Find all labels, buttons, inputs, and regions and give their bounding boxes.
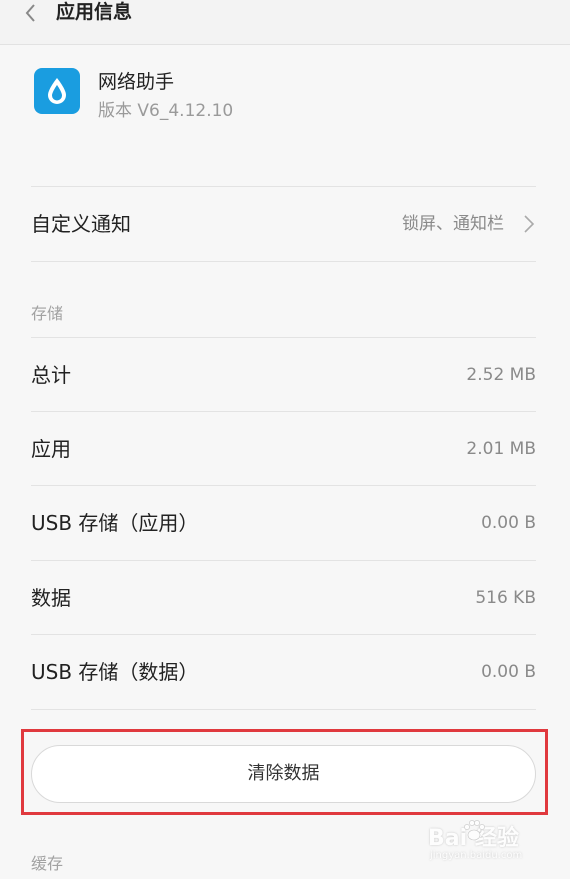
app-version: 版本 V6_4.12.10 (98, 101, 234, 121)
storage-row-data: 数据 516 KB (31, 561, 536, 635)
storage-row-usb-data: USB 存储（数据） 0.00 B (31, 635, 536, 709)
cache-section-title: 缓存 (31, 854, 64, 873)
baidu-watermark: Bai 经验 jingyan.baidu.com (428, 820, 538, 868)
storage-row-usb-app: USB 存储（应用） 0.00 B (31, 486, 536, 560)
page-title: 应用信息 (56, 1, 133, 23)
clear-data-button[interactable]: 清除数据 (31, 745, 536, 803)
row-label: 总计 (31, 363, 71, 387)
row-value: 2.52 MB (466, 365, 536, 385)
storage-row-total: 总计 2.52 MB (31, 338, 536, 412)
row-label: 数据 (31, 586, 71, 610)
row-value: 锁屏、通知栏 (402, 214, 504, 234)
row-label: 应用 (31, 437, 71, 461)
chevron-right-icon (522, 215, 536, 233)
row-value: 0.00 B (481, 662, 536, 682)
row-label: 自定义通知 (31, 212, 131, 236)
back-arrow-icon[interactable] (22, 4, 40, 22)
row-value: 2.01 MB (466, 439, 536, 459)
paw-icon (461, 818, 487, 844)
custom-notification-row[interactable]: 自定义通知 锁屏、通知栏 (31, 187, 536, 261)
watermark-url: jingyan.baidu.com (430, 850, 523, 861)
row-value: 0.00 B (481, 513, 536, 533)
divider (31, 261, 536, 262)
app-name: 网络助手 (98, 71, 175, 93)
app-drop-icon (34, 68, 80, 114)
row-label: USB 存储（应用） (31, 511, 199, 535)
app-header: 网络助手 版本 V6_4.12.10 (0, 45, 570, 186)
storage-section-title: 存储 (31, 304, 64, 323)
storage-row-app: 应用 2.01 MB (31, 412, 536, 486)
top-bar: 应用信息 (0, 0, 570, 45)
divider (31, 709, 536, 710)
row-value: 516 KB (475, 588, 536, 608)
row-label: USB 存储（数据） (31, 660, 199, 684)
